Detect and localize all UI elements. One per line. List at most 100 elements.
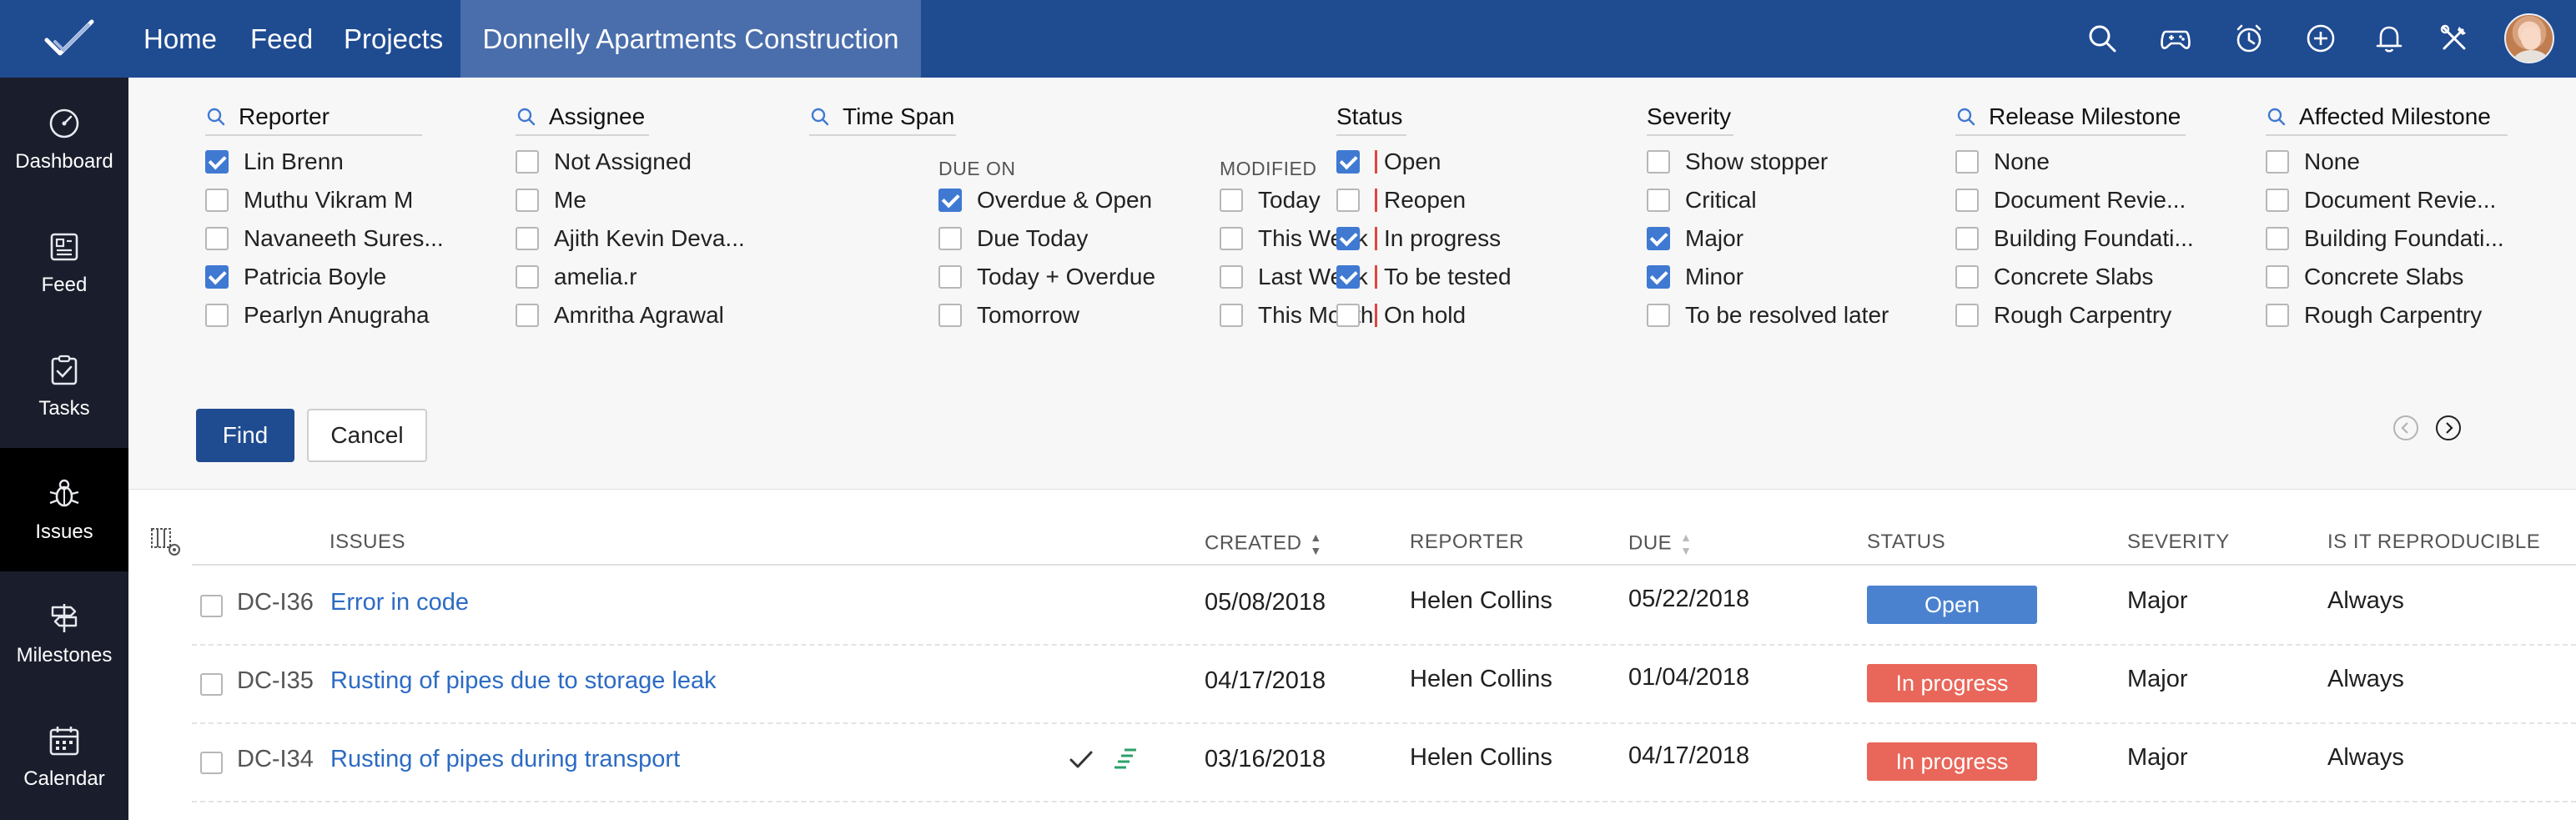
checkbox[interactable] xyxy=(1220,265,1243,289)
filter-option[interactable]: Me xyxy=(516,181,732,219)
issue-title-link[interactable]: Rusting of pipes due to storage leak xyxy=(330,667,717,695)
filter-option[interactable]: Amritha Agrawal xyxy=(516,296,732,335)
filter-header-status[interactable]: Status xyxy=(1336,103,1406,136)
filter-header-reporter[interactable]: Reporter xyxy=(205,103,422,136)
subtasks-icon[interactable] xyxy=(1109,742,1143,776)
filter-option[interactable]: Due Today xyxy=(938,219,1205,258)
user-avatar[interactable] xyxy=(2504,13,2554,63)
filter-option[interactable]: Critical xyxy=(1647,181,1930,219)
filter-option[interactable]: Concrete Slabs xyxy=(1955,258,2206,296)
search-icon[interactable] xyxy=(2080,17,2124,60)
search-icon[interactable] xyxy=(1955,106,1977,128)
reporter-name[interactable]: Helen Collins xyxy=(1410,587,1552,615)
filter-option[interactable]: Concrete Slabs xyxy=(2266,258,2533,296)
filter-option[interactable]: Not Assigned xyxy=(516,143,732,181)
tab-current-project[interactable]: Donnelly Apartments Construction xyxy=(460,0,921,78)
search-icon[interactable] xyxy=(809,106,831,128)
column-header-created[interactable]: CREATED ▲ ▼ xyxy=(1205,531,1322,557)
issue-title-link[interactable]: Error in code xyxy=(330,589,469,616)
sidebar-item-calendar[interactable]: Calendar xyxy=(0,695,128,818)
sort-icon[interactable]: ▲ ▼ xyxy=(1680,531,1692,557)
sort-descending-icon[interactable]: ▲ ▼ xyxy=(1310,531,1321,557)
check-icon[interactable] xyxy=(1064,742,1098,776)
sidebar-item-milestones[interactable]: Milestones xyxy=(0,571,128,695)
checkbox[interactable] xyxy=(2266,189,2289,212)
reproducible-value[interactable]: Always xyxy=(2327,744,2404,772)
filter-option[interactable]: Pearlyn Anugraha xyxy=(205,296,430,335)
filter-option[interactable]: To be resolved later xyxy=(1647,296,1930,335)
column-header-severity[interactable]: SEVERITY xyxy=(2127,531,2230,554)
checkbox[interactable] xyxy=(1336,304,1360,327)
filter-option[interactable]: Minor xyxy=(1647,258,1930,296)
status-badge[interactable]: In progress xyxy=(1867,664,2037,702)
checkbox[interactable] xyxy=(2266,150,2289,174)
filter-option[interactable]: amelia.r xyxy=(516,258,732,296)
checkbox[interactable] xyxy=(516,265,539,289)
checkbox[interactable] xyxy=(516,304,539,327)
status-badge[interactable]: Open xyxy=(1867,586,2037,624)
nav-feed[interactable]: Feed xyxy=(250,0,313,78)
column-header-status[interactable]: STATUS xyxy=(1867,531,1945,554)
severity-value[interactable]: Major xyxy=(2127,744,2188,772)
sidebar-item-tasks[interactable]: Tasks xyxy=(0,324,128,448)
checkbox[interactable] xyxy=(516,189,539,212)
checkbox-checked[interactable] xyxy=(1336,150,1360,174)
sidebar-item-issues[interactable]: Issues xyxy=(0,448,128,571)
nav-home[interactable]: Home xyxy=(143,0,217,78)
filter-next-page-button[interactable] xyxy=(2434,414,2463,442)
checkbox[interactable] xyxy=(205,304,229,327)
filter-header-severity[interactable]: Severity xyxy=(1647,103,1733,136)
search-icon[interactable] xyxy=(516,106,537,128)
column-header-issues[interactable]: ISSUES xyxy=(330,531,405,554)
filter-prev-page-button[interactable] xyxy=(2392,414,2420,442)
filter-header-affected-milestone[interactable]: Affected Milestone xyxy=(2266,103,2508,136)
checkbox-checked[interactable] xyxy=(205,265,229,289)
checkbox-checked[interactable] xyxy=(1647,265,1670,289)
checkbox[interactable] xyxy=(1220,189,1243,212)
filter-option[interactable]: Open xyxy=(1336,143,1587,181)
checkbox[interactable] xyxy=(1647,150,1670,174)
filter-option[interactable]: None xyxy=(2266,143,2533,181)
checkbox-checked[interactable] xyxy=(205,150,229,174)
checkbox[interactable] xyxy=(1955,304,1979,327)
checkbox[interactable] xyxy=(205,189,229,212)
checkbox[interactable] xyxy=(1220,304,1243,327)
severity-value[interactable]: Major xyxy=(2127,666,2188,693)
search-icon[interactable] xyxy=(2266,106,2287,128)
checkbox[interactable] xyxy=(1336,189,1360,212)
filter-option[interactable]: Reopen xyxy=(1336,181,1587,219)
severity-value[interactable]: Major xyxy=(2127,587,2188,615)
filter-option[interactable]: On hold xyxy=(1336,296,1587,335)
reproducible-value[interactable]: Always xyxy=(2327,666,2404,693)
table-row[interactable]: DC-I34 Rusting of pipes during transport… xyxy=(192,724,2576,802)
status-badge[interactable]: In progress xyxy=(1867,742,2037,781)
sidebar-item-feed[interactable]: Feed xyxy=(0,201,128,324)
filter-option[interactable]: Tomorrow xyxy=(938,296,1205,335)
filter-option[interactable]: Document Revie... xyxy=(2266,181,2533,219)
filter-option[interactable]: Lin Brenn xyxy=(205,143,422,181)
filter-option[interactable]: Major xyxy=(1647,219,1930,258)
reporter-name[interactable]: Helen Collins xyxy=(1410,666,1552,693)
filter-option[interactable]: Building Foundati... xyxy=(2266,219,2533,258)
row-checkbox[interactable] xyxy=(200,595,223,617)
column-header-reproducible[interactable]: IS IT REPRODUCIBLE xyxy=(2327,531,2540,554)
filter-option[interactable]: Today + Overdue xyxy=(938,258,1205,296)
table-row[interactable]: DC-I35 Rusting of pipes due to storage l… xyxy=(192,646,2576,724)
checkbox[interactable] xyxy=(1220,227,1243,250)
filter-option[interactable]: Rough Carpentry xyxy=(2266,296,2533,335)
checkbox[interactable] xyxy=(1647,304,1670,327)
checkbox[interactable] xyxy=(1647,189,1670,212)
checkbox[interactable] xyxy=(2266,304,2289,327)
tools-icon[interactable] xyxy=(2433,17,2476,60)
checkbox[interactable] xyxy=(2266,265,2289,289)
column-header-due[interactable]: DUE ▲ ▼ xyxy=(1628,531,1693,557)
issue-title-link[interactable]: Rusting of pipes during transport xyxy=(330,746,680,773)
filter-option[interactable]: Building Foundati... xyxy=(1955,219,2206,258)
plus-circle-icon[interactable] xyxy=(2299,17,2342,60)
checkbox[interactable] xyxy=(1955,227,1979,250)
filter-option[interactable]: None xyxy=(1955,143,2206,181)
checkbox[interactable] xyxy=(938,304,962,327)
filter-option[interactable]: Patricia Boyle xyxy=(205,258,422,296)
checkbox-checked[interactable] xyxy=(1336,265,1360,289)
sidebar-item-dashboard[interactable]: Dashboard xyxy=(0,78,128,201)
